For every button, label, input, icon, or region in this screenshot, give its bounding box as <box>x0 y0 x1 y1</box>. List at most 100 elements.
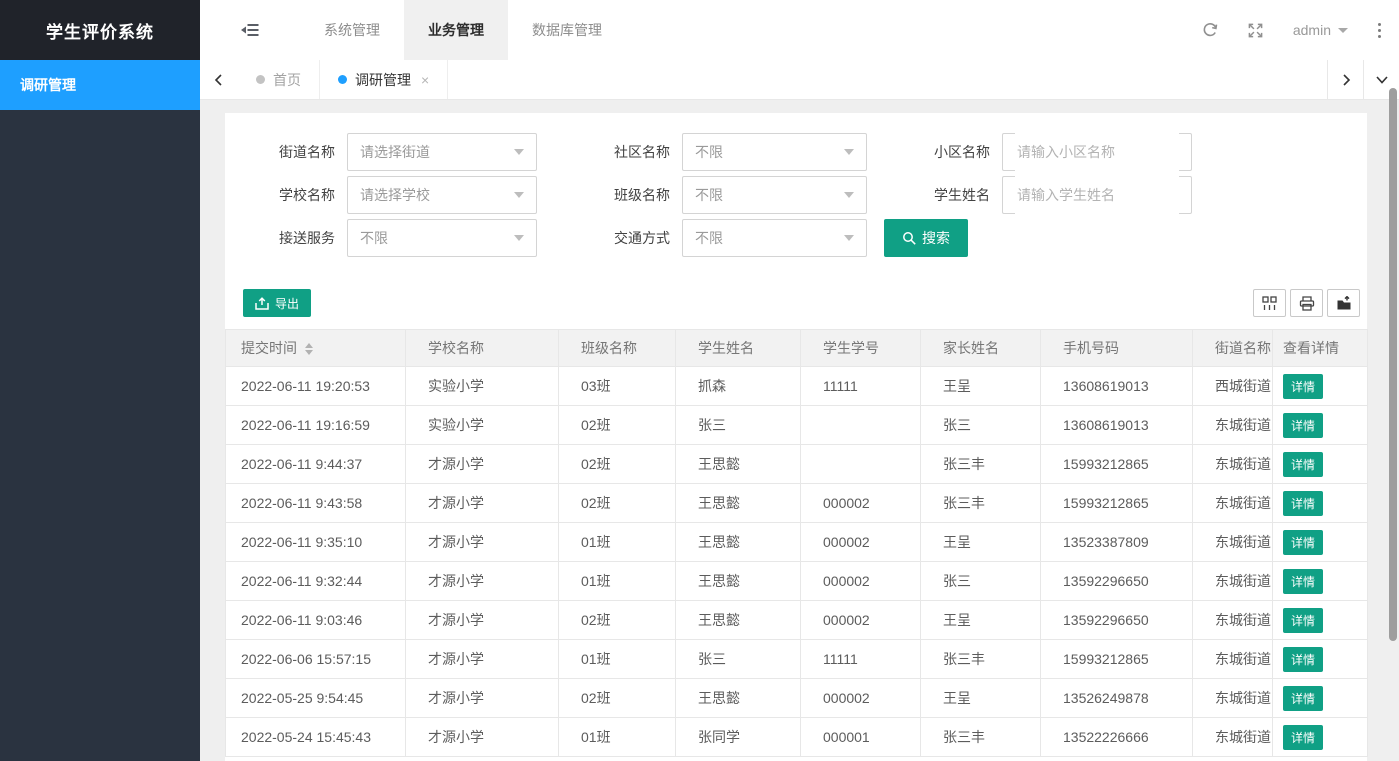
tab-close-icon[interactable]: × <box>421 73 429 87</box>
cell-class-name: 02班 <box>559 601 676 640</box>
cell-submit-time: 2022-06-11 19:20:53 <box>226 367 406 406</box>
cell-school-name: 才源小学 <box>406 484 559 523</box>
search-icon <box>902 231 917 246</box>
cell-view-detail: 详情 <box>1273 640 1368 679</box>
more-menu-icon[interactable] <box>1378 23 1381 38</box>
student-name-label: 学生姓名 <box>920 185 990 205</box>
cell-parent-name: 张三 <box>921 562 1041 601</box>
menu-fold-icon[interactable] <box>240 0 260 60</box>
student-name-input[interactable] <box>1015 176 1179 214</box>
cell-street-name: 东城街道 <box>1193 718 1273 757</box>
cell-phone: 13608619013 <box>1041 367 1193 406</box>
cell-submit-time: 2022-06-11 9:03:46 <box>226 601 406 640</box>
cell-submit-time: 2022-06-11 9:44:37 <box>226 445 406 484</box>
top-nav: 系统管理 业务管理 数据库管理 <box>300 0 626 60</box>
detail-button[interactable]: 详情 <box>1283 647 1323 672</box>
export-file-button[interactable] <box>1327 289 1360 317</box>
detail-button[interactable]: 详情 <box>1283 608 1323 633</box>
columns-filter-button[interactable] <box>1253 289 1286 317</box>
pickup-service-select[interactable]: 不限 <box>347 219 537 257</box>
cell-student-name: 王思懿 <box>676 601 801 640</box>
street-name-label: 街道名称 <box>265 142 335 162</box>
detail-button[interactable]: 详情 <box>1283 686 1323 711</box>
detail-button[interactable]: 详情 <box>1283 413 1323 438</box>
main-content: 街道名称 请选择街道 社区名称 不限 小区名称 <box>200 100 1399 761</box>
page-tabbar: 首页 调研管理 × <box>200 60 1399 100</box>
neighborhood-name-label: 小区名称 <box>920 142 990 162</box>
cell-parent-name: 王呈 <box>921 679 1041 718</box>
school-name-select[interactable]: 请选择学校 <box>347 176 537 214</box>
detail-button[interactable]: 详情 <box>1283 530 1323 555</box>
tab-database-management[interactable]: 数据库管理 <box>508 0 626 60</box>
page-tab-home[interactable]: 首页 <box>238 60 320 99</box>
detail-button[interactable]: 详情 <box>1283 452 1323 477</box>
chevron-down-icon <box>1338 28 1348 33</box>
survey-table: 提交时间 学校名称 班级名称 学生姓名 学生学号 家长姓名 手机号码 街道名称 … <box>225 329 1368 757</box>
cell-student-id <box>801 406 921 445</box>
cell-submit-time: 2022-06-11 9:32:44 <box>226 562 406 601</box>
cell-view-detail: 详情 <box>1273 601 1368 640</box>
cell-parent-name: 王呈 <box>921 523 1041 562</box>
transport-mode-select[interactable]: 不限 <box>682 219 867 257</box>
col-submit-time[interactable]: 提交时间 <box>226 330 406 367</box>
table-row: 2022-06-11 9:43:58 才源小学 02班 王思懿 000002 张… <box>226 484 1368 523</box>
chevron-down-icon <box>844 192 854 198</box>
cell-class-name: 03班 <box>559 367 676 406</box>
detail-button[interactable]: 详情 <box>1283 491 1323 516</box>
cell-parent-name: 张三 <box>921 406 1041 445</box>
cell-student-name: 王思懿 <box>676 562 801 601</box>
tabs-scroll-right-button[interactable] <box>1327 60 1363 99</box>
cell-class-name: 02班 <box>559 679 676 718</box>
neighborhood-name-input[interactable] <box>1015 133 1179 171</box>
export-button[interactable]: 导出 <box>243 289 311 317</box>
tab-system-management[interactable]: 系统管理 <box>300 0 404 60</box>
print-button[interactable] <box>1290 289 1323 317</box>
cell-class-name: 01班 <box>559 562 676 601</box>
refresh-icon[interactable] <box>1202 22 1218 38</box>
sidebar-item-survey-management[interactable]: 调研管理 <box>0 60 200 110</box>
cell-school-name: 才源小学 <box>406 679 559 718</box>
cell-phone: 15993212865 <box>1041 484 1193 523</box>
cell-street-name: 东城街道 <box>1193 523 1273 562</box>
cell-student-name: 王思懿 <box>676 445 801 484</box>
scrollbar-thumb[interactable] <box>1389 88 1397 641</box>
page-tab-survey-management[interactable]: 调研管理 × <box>320 60 448 99</box>
app-logo: 学生评价系统 <box>0 0 200 60</box>
cell-class-name: 02班 <box>559 484 676 523</box>
sort-icon[interactable] <box>305 343 313 355</box>
community-name-select[interactable]: 不限 <box>682 133 867 171</box>
class-name-select[interactable]: 不限 <box>682 176 867 214</box>
fullscreen-icon[interactable] <box>1248 23 1263 38</box>
cell-class-name: 01班 <box>559 718 676 757</box>
cell-school-name: 实验小学 <box>406 406 559 445</box>
search-button[interactable]: 搜索 <box>884 219 968 257</box>
cell-view-detail: 详情 <box>1273 484 1368 523</box>
tabs-scroll-left-button[interactable] <box>200 60 238 99</box>
sidebar-item-label: 调研管理 <box>20 75 76 95</box>
cell-school-name: 才源小学 <box>406 562 559 601</box>
user-dropdown[interactable]: admin <box>1293 22 1348 38</box>
top-header: 系统管理 业务管理 数据库管理 admin <box>200 0 1399 60</box>
col-parent-name: 家长姓名 <box>921 330 1041 367</box>
detail-button[interactable]: 详情 <box>1283 569 1323 594</box>
page-scrollbar[interactable] <box>1387 60 1399 761</box>
cell-student-id: 11111 <box>801 640 921 679</box>
detail-button[interactable]: 详情 <box>1283 725 1323 750</box>
cell-school-name: 实验小学 <box>406 367 559 406</box>
tab-business-management[interactable]: 业务管理 <box>404 0 508 60</box>
cell-student-name: 张同学 <box>676 718 801 757</box>
cell-phone: 13608619013 <box>1041 406 1193 445</box>
cell-student-name: 王思懿 <box>676 523 801 562</box>
table-row: 2022-06-11 9:44:37 才源小学 02班 王思懿 张三丰 1599… <box>226 445 1368 484</box>
cell-student-id: 000001 <box>801 718 921 757</box>
detail-button[interactable]: 详情 <box>1283 374 1323 399</box>
app-title: 学生评价系统 <box>46 18 154 43</box>
street-name-select[interactable]: 请选择街道 <box>347 133 537 171</box>
cell-student-id: 000002 <box>801 523 921 562</box>
cell-parent-name: 王呈 <box>921 601 1041 640</box>
cell-street-name: 东城街道 <box>1193 679 1273 718</box>
cell-phone: 13526249878 <box>1041 679 1193 718</box>
cell-phone: 15993212865 <box>1041 445 1193 484</box>
table-tool-icons <box>1253 289 1360 317</box>
cell-phone: 13592296650 <box>1041 562 1193 601</box>
